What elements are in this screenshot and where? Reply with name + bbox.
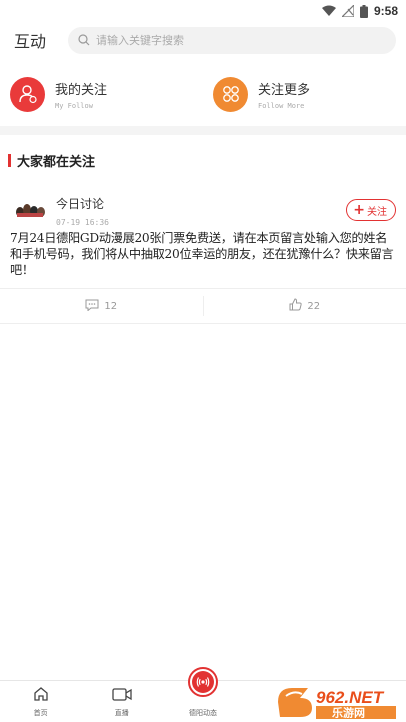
tab-live-label: 直播 xyxy=(114,709,129,717)
section-header: 大家都在关注 xyxy=(0,135,406,185)
section-accent-bar xyxy=(8,153,11,167)
tab-home[interactable]: 首页 xyxy=(0,681,81,722)
app-header: 互动 xyxy=(0,22,406,58)
status-time: 9:58 xyxy=(373,4,398,18)
broadcast-button[interactable] xyxy=(188,667,218,697)
post-time: 07-19 16:36 xyxy=(56,218,109,227)
section-title: 大家都在关注 xyxy=(17,154,96,170)
section-divider xyxy=(0,126,406,135)
tab-deyang-news-label: 德阳动态 xyxy=(189,709,217,717)
thumbs-up-icon xyxy=(289,298,302,314)
follow-more-entry[interactable]: 关注更多 Follow More xyxy=(203,76,406,112)
post-author[interactable]: 今日讨论 xyxy=(56,195,346,212)
tab-deyang-news[interactable]: 德阳动态 xyxy=(162,667,243,722)
post-body[interactable]: 7月24日德阳GD动漫展20张门票免费送，请在本页留言处输入您的姓名和手机号码，… xyxy=(10,230,396,278)
my-follow-entry[interactable]: 我的关注 My Follow xyxy=(0,76,203,112)
follow-button[interactable]: + 关注 xyxy=(346,199,396,221)
watermark-logo: 962.NET 乐游网 xyxy=(272,684,402,720)
search-icon xyxy=(78,31,90,50)
search-input[interactable] xyxy=(96,33,336,47)
plus-icon: + xyxy=(353,202,365,218)
user-follow-icon xyxy=(10,76,45,112)
comment-button[interactable]: 12 xyxy=(0,299,203,314)
follow-more-subtitle: Follow More xyxy=(258,101,305,110)
grid-icon xyxy=(213,76,248,112)
home-icon xyxy=(33,686,49,706)
follow-more-title: 关注更多 xyxy=(258,82,311,98)
signal-off-icon xyxy=(341,5,354,17)
tab-home-label: 首页 xyxy=(33,709,48,717)
watermark-text: 962.NET xyxy=(316,688,385,707)
page-title: 互动 xyxy=(14,32,47,51)
avatar[interactable] xyxy=(14,197,46,225)
search-box[interactable] xyxy=(68,26,396,54)
follow-button-label: 关注 xyxy=(367,206,387,218)
watermark-subtext: 乐游网 xyxy=(332,706,365,720)
video-camera-icon xyxy=(112,687,132,706)
tab-live[interactable]: 直播 xyxy=(81,681,162,722)
comment-icon xyxy=(85,299,99,314)
broadcast-icon xyxy=(192,671,214,693)
wifi-icon xyxy=(321,5,336,17)
follow-row: 我的关注 My Follow 关注更多 Follow More xyxy=(0,58,406,124)
comment-count: 12 xyxy=(104,300,118,312)
my-follow-title: 我的关注 xyxy=(55,82,108,98)
my-follow-subtitle: My Follow xyxy=(55,101,93,110)
battery-icon xyxy=(359,4,368,18)
post-card[interactable]: 今日讨论 07-19 16:36 + 关注 7月24日德阳GD动漫展20张门票免… xyxy=(0,185,406,278)
like-button[interactable]: 22 xyxy=(204,298,406,314)
post-actions: 12 22 xyxy=(0,288,406,324)
like-count: 22 xyxy=(307,300,321,312)
status-bar: 9:58 xyxy=(0,0,406,22)
